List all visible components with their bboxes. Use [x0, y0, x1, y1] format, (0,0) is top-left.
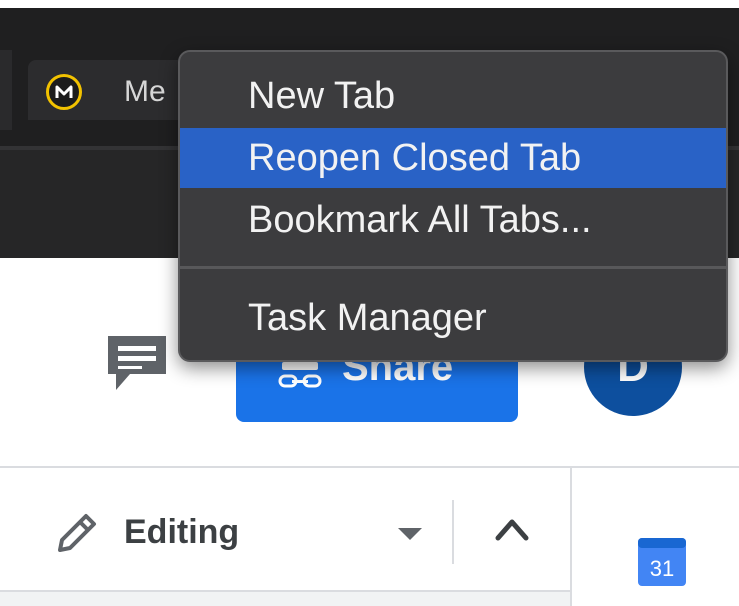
menu-separator [180, 266, 726, 269]
menu-item-reopen-closed-tab[interactable]: Reopen Closed Tab [180, 128, 726, 188]
dropdown-caret-icon[interactable] [396, 526, 424, 542]
pencil-icon [58, 514, 96, 552]
top-strip [0, 0, 739, 8]
chevron-up-icon[interactable] [492, 514, 532, 544]
comment-button[interactable] [104, 332, 170, 394]
tab-bar-edge [0, 50, 12, 130]
calendar-date: 31 [650, 556, 674, 581]
link-icon [278, 362, 322, 388]
side-panel-divider [570, 466, 572, 606]
menu-item-bookmark-all-tabs[interactable]: Bookmark All Tabs... [180, 190, 726, 250]
letter-m-circle-icon [46, 74, 82, 110]
tab-title: Me [124, 75, 166, 108]
comment-icon [108, 336, 166, 390]
toolbar-divider [0, 466, 739, 468]
menu-item-new-tab[interactable]: New Tab [180, 66, 726, 126]
menu-item-task-manager[interactable]: Task Manager [180, 288, 726, 348]
tab-context-menu: New Tab Reopen Closed Tab Bookmark All T… [178, 50, 728, 362]
toolbar-separator-small [452, 500, 454, 564]
calendar-icon[interactable]: 31 [636, 534, 688, 588]
editing-mode-label[interactable]: Editing [124, 512, 239, 552]
content-strip [0, 590, 570, 606]
